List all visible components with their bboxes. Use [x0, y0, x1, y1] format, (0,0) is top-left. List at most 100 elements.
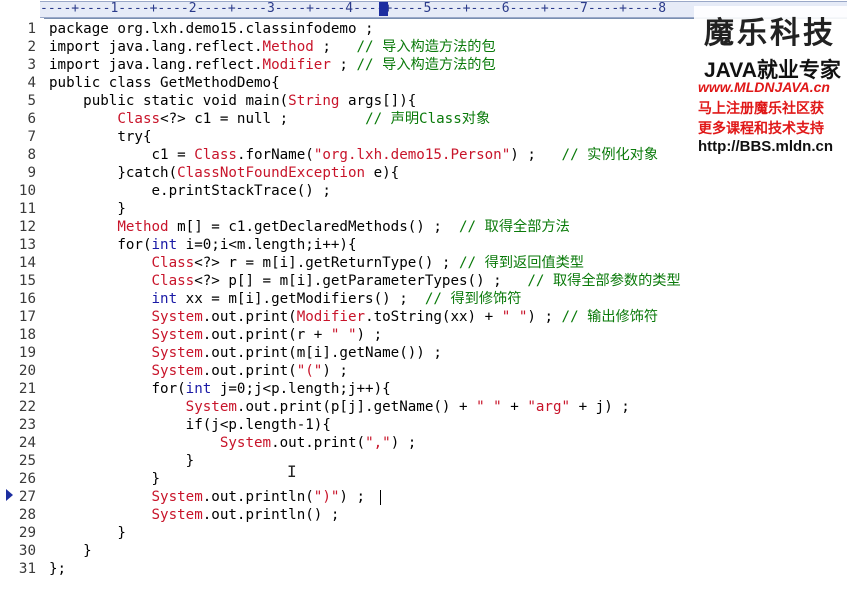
code-line[interactable]: 11 }: [0, 200, 847, 218]
text-caret: [380, 490, 381, 505]
code-text: System.out.println(")") ;: [49, 488, 366, 506]
line-number: 14: [18, 255, 36, 271]
code-token: e.printStackTrace() ;: [49, 183, 331, 199]
code-token: Modifier: [296, 309, 366, 325]
code-line[interactable]: 17 System.out.print(Modifier.toString(xx…: [0, 308, 847, 326]
code-text: System.out.print(p[j].getName() + " " + …: [49, 398, 630, 416]
code-text: try{: [49, 128, 151, 146]
code-line[interactable]: 15 Class<?> p[] = m[i].getParameterTypes…: [0, 272, 847, 290]
line-number: 11: [18, 201, 36, 217]
code-token: .out.println() ;: [202, 507, 340, 523]
code-text: System.out.print(m[i].getName()) ;: [49, 344, 442, 362]
code-token: .toString(xx) +: [365, 309, 502, 325]
ibeam-cursor-icon: I: [287, 462, 297, 481]
code-token: .out.print(: [202, 363, 297, 379]
line-number: 16: [18, 291, 36, 307]
code-token: e){: [365, 165, 400, 181]
code-token: // 导入构造方法的包: [356, 39, 496, 55]
code-token: }: [49, 543, 92, 559]
code-text: }: [49, 452, 195, 470]
line-number: 1: [27, 21, 36, 37]
ruler-cursor-marker: [379, 2, 388, 16]
code-token: ) ;: [510, 147, 562, 163]
code-line[interactable]: 19 System.out.print(m[i].getName()) ;: [0, 344, 847, 362]
watermark-logo: 魔乐科技 JAVA就业专家 www.MLDNJAVA.cn 马上注册魔乐社区获 …: [694, 6, 847, 156]
code-token: args[]){: [339, 93, 417, 109]
code-line[interactable]: 14 Class<?> r = m[i].getReturnType() ; /…: [0, 254, 847, 272]
code-token: Method: [117, 219, 169, 235]
code-token: .out.print(m[i].getName()) ;: [202, 345, 442, 361]
code-line[interactable]: 28 System.out.println() ;: [0, 506, 847, 524]
code-token: .forName(: [236, 147, 314, 163]
line-number: 17: [18, 309, 36, 325]
code-line[interactable]: 31};: [0, 560, 847, 578]
code-token: // 实例化对象: [561, 147, 659, 163]
code-line[interactable]: 26 }: [0, 470, 847, 488]
code-line[interactable]: 25 }: [0, 452, 847, 470]
code-line[interactable]: 24 System.out.print(",") ;: [0, 434, 847, 452]
line-number: 8: [27, 147, 36, 163]
line-number: 19: [18, 345, 36, 361]
code-token: ) ;: [339, 489, 366, 505]
code-token: if(j<p.length-1){: [49, 417, 331, 433]
code-line[interactable]: 12 Method m[] = c1.getDeclaredMethods() …: [0, 218, 847, 236]
code-token: for(: [49, 381, 186, 397]
bookmark-arrow-icon: [6, 489, 13, 501]
code-line[interactable]: 16 int xx = m[i].getModifiers() ; // 得到修…: [0, 290, 847, 308]
line-number: 4: [27, 75, 36, 91]
code-token: ) ;: [390, 435, 417, 451]
code-token: Class: [151, 255, 195, 271]
code-text: System.out.print(",") ;: [49, 434, 416, 452]
code-token: import java.lang.reflect.: [49, 57, 263, 73]
line-number: 15: [18, 273, 36, 289]
code-token: xx = m[i].getModifiers() ;: [177, 291, 425, 307]
code-token: int: [185, 381, 212, 397]
code-token: ) ;: [322, 363, 348, 379]
code-line[interactable]: 23 if(j<p.length-1){: [0, 416, 847, 434]
code-token: System: [219, 435, 272, 451]
code-text: System.out.print(r + " ") ;: [49, 326, 383, 344]
code-line[interactable]: 10 e.printStackTrace() ;: [0, 182, 847, 200]
code-text: e.printStackTrace() ;: [49, 182, 331, 200]
code-token: }: [49, 471, 161, 487]
code-token: ) ;: [527, 309, 562, 325]
line-number: 18: [18, 327, 36, 343]
code-text: Class<?> r = m[i].getReturnType() ; // 得…: [49, 254, 584, 272]
code-line[interactable]: 22 System.out.print(p[j].getName() + " "…: [0, 398, 847, 416]
line-number: 24: [18, 435, 36, 451]
code-text: if(j<p.length-1){: [49, 416, 331, 434]
code-line[interactable]: 21 for(int j=0;j<p.length;j++){: [0, 380, 847, 398]
code-line[interactable]: 13 for(int i=0;i<m.length;i++){: [0, 236, 847, 254]
code-token: }catch(: [49, 165, 178, 181]
line-number: 13: [18, 237, 36, 253]
code-line[interactable]: 29 }: [0, 524, 847, 542]
code-line[interactable]: 30 }: [0, 542, 847, 560]
line-number: 20: [18, 363, 36, 379]
code-token: "arg": [527, 399, 571, 415]
code-line[interactable]: 27 System.out.println(")") ;: [0, 488, 847, 506]
code-token: String: [288, 93, 340, 109]
code-text: import java.lang.reflect.Method ; // 导入构…: [49, 38, 496, 56]
code-token: j=0;j<p.length;j++){: [211, 381, 391, 397]
line-number: 6: [27, 111, 36, 127]
code-text: int xx = m[i].getModifiers() ; // 得到修饰符: [49, 290, 522, 308]
code-line[interactable]: 18 System.out.print(r + " ") ;: [0, 326, 847, 344]
watermark-logo-text: 魔乐科技: [704, 16, 836, 51]
code-token: // 取得全部参数的类型: [527, 273, 681, 289]
code-token: public class GetMethodDemo{: [49, 75, 280, 91]
line-number: 21: [18, 381, 36, 397]
code-token: "org.lxh.demo15.Person": [313, 147, 511, 163]
code-text: };: [49, 560, 66, 578]
line-number: 31: [18, 561, 36, 577]
code-line[interactable]: 9 }catch(ClassNotFoundException e){: [0, 164, 847, 182]
code-line[interactable]: 20 System.out.print("(") ;: [0, 362, 847, 380]
code-token: }: [49, 453, 195, 469]
line-number: 28: [18, 507, 36, 523]
code-text: package org.lxh.demo15.classinfodemo ;: [49, 20, 374, 38]
